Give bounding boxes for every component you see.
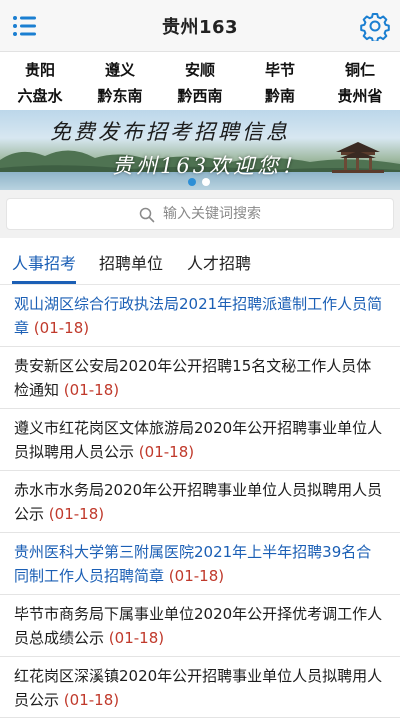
- news-date: 01-18: [144, 443, 189, 461]
- city-bijie[interactable]: 毕节: [240, 57, 320, 83]
- list-item[interactable]: 赤水市水务局2020年公开招聘事业单位人员拟聘用人员公示 (01-18): [0, 471, 400, 533]
- list-item[interactable]: 贵安新区公安局2020年公开招聘15名文秘工作人员体检通知 (01-18): [0, 347, 400, 409]
- page-title: 贵州163: [161, 17, 239, 38]
- city-qianxinan[interactable]: 黔西南: [160, 83, 240, 109]
- list-item[interactable]: 观山湖区综合行政执法局2021年招聘派遣制工作人员简章 (01-18): [0, 285, 400, 347]
- banner-headline: 免费发布招考招聘信息: [50, 120, 290, 144]
- city-qiandongnan[interactable]: 黔东南: [80, 83, 160, 109]
- carousel-dot-2[interactable]: [202, 178, 210, 186]
- news-title: 贵州医科大学第三附属医院2021年上半年招聘39名合同制工作人员招聘简章 (01…: [14, 543, 372, 585]
- city-qiannan[interactable]: 黔南: [240, 83, 320, 109]
- news-date: 01-18: [39, 319, 84, 337]
- city-nav: 贵阳 遵义 安顺 毕节 铜仁 六盘水 黔东南 黔西南 黔南 贵州省: [0, 53, 400, 110]
- list-item[interactable]: 遵义市红花岗区文体旅游局2020年公开招聘事业单位人员拟聘用人员公示 (01-1…: [0, 409, 400, 471]
- carousel-dot-1[interactable]: [188, 178, 196, 186]
- list-item[interactable]: 红花岗区深溪镇2020年公开招聘事业单位人员拟聘用人员公示 (01-18): [0, 657, 400, 718]
- category-tabs: 人事招考 招聘单位 人才招聘: [0, 238, 400, 285]
- tab-talent-recruitment[interactable]: 人才招聘: [187, 250, 251, 284]
- news-title: 观山湖区综合行政执法局2021年招聘派遣制工作人员简章 (01-18): [14, 295, 383, 337]
- app-header: 贵州163: [0, 0, 400, 52]
- news-date: 01-18: [54, 505, 99, 523]
- search-icon: [139, 207, 155, 223]
- carousel-indicator: [188, 178, 218, 188]
- city-zunyi[interactable]: 遵义: [80, 57, 160, 83]
- news-date: 01-18: [69, 691, 114, 709]
- news-title: 赤水市水务局2020年公开招聘事业单位人员拟聘用人员公示 (01-18): [14, 481, 383, 523]
- list-item[interactable]: 毕节市商务局下属事业单位2020年公开择优考调工作人员总成绩公示 (01-18): [0, 595, 400, 657]
- news-title: 红花岗区深溪镇2020年公开招聘事业单位人员拟聘用人员公示 (01-18): [14, 667, 383, 709]
- city-guiyang[interactable]: 贵阳: [0, 57, 80, 83]
- news-date: 01-18: [69, 381, 114, 399]
- news-date: 01-18: [114, 629, 159, 647]
- search-input[interactable]: [163, 202, 383, 226]
- pavilion-image: [332, 142, 384, 173]
- news-title: 毕节市商务局下属事业单位2020年公开择优考调工作人员总成绩公示 (01-18): [14, 605, 383, 647]
- search-bar: [0, 190, 400, 238]
- gear-icon[interactable]: [360, 11, 390, 43]
- city-guizhou-province[interactable]: 贵州省: [320, 83, 400, 109]
- city-tongren[interactable]: 铜仁: [320, 57, 400, 83]
- search-box[interactable]: [6, 198, 394, 230]
- tab-personnel-exams[interactable]: 人事招考: [12, 250, 77, 284]
- list-item[interactable]: 贵州医科大学第三附属医院2021年上半年招聘39名合同制工作人员招聘简章 (01…: [0, 533, 400, 595]
- news-date: 01-18: [174, 567, 219, 585]
- news-title: 贵安新区公安局2020年公开招聘15名文秘工作人员体检通知 (01-18): [14, 357, 372, 399]
- banner-welcome: 贵州163欢迎您！: [112, 154, 306, 178]
- city-anshun[interactable]: 安顺: [160, 57, 240, 83]
- tab-hiring-units[interactable]: 招聘单位: [99, 250, 163, 284]
- city-liupanshui[interactable]: 六盘水: [0, 83, 80, 109]
- news-title: 遵义市红花岗区文体旅游局2020年公开招聘事业单位人员拟聘用人员公示 (01-1…: [14, 419, 383, 461]
